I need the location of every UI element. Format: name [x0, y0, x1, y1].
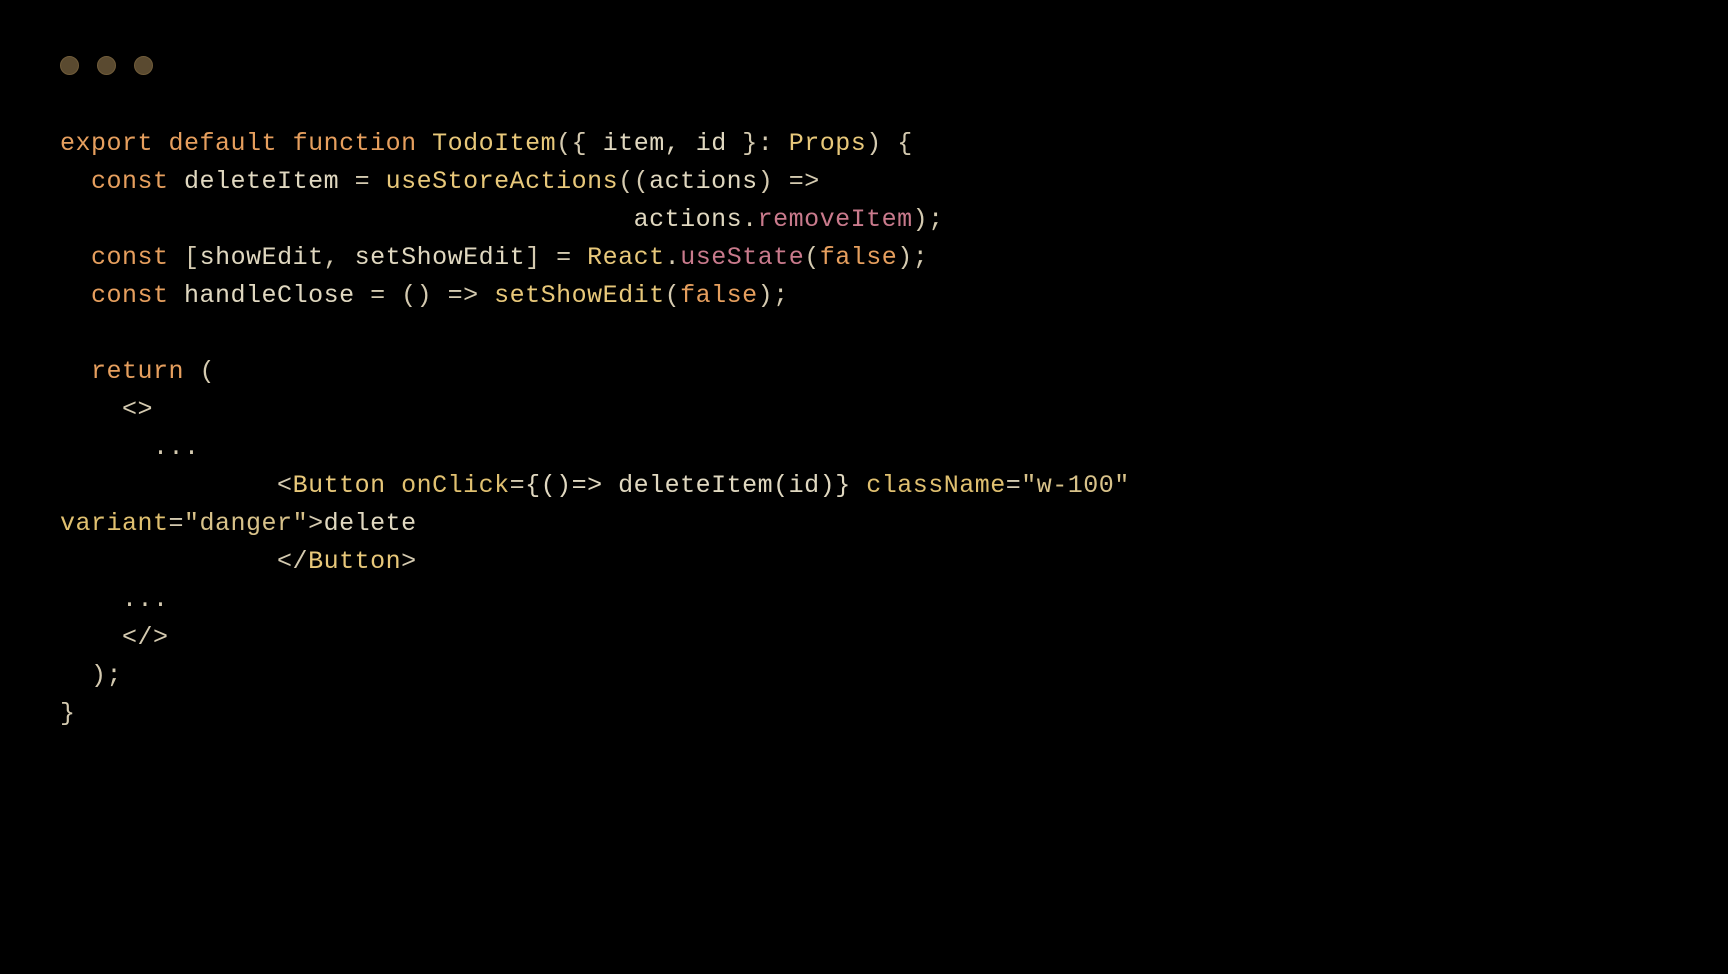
variable-handleClose: handleClose: [184, 281, 355, 310]
variable-setShowEdit: setShowEdit: [355, 243, 526, 272]
function-name: TodoItem: [432, 129, 556, 158]
ellipsis: ...: [122, 585, 169, 614]
jsx-text-delete: delete: [324, 509, 417, 538]
keyword-function: function: [293, 129, 417, 158]
jsx-fragment-open: <>: [122, 395, 153, 424]
variable-showEdit: showEdit: [200, 243, 324, 272]
window-traffic-lights: [60, 56, 1668, 75]
jsx-tag-button: Button: [293, 471, 386, 500]
keyword-const: const: [91, 167, 169, 196]
method-removeItem: removeItem: [758, 205, 913, 234]
keyword-export: export: [60, 129, 153, 158]
variable-deleteItem: deleteItem: [184, 167, 339, 196]
code-area[interactable]: export default function TodoItem({ item,…: [60, 125, 1668, 733]
jsx-attr-onClick: onClick: [401, 471, 510, 500]
method-useState: useState: [680, 243, 804, 272]
jsx-attr-variant: variant: [60, 509, 169, 538]
keyword-const: const: [91, 281, 169, 310]
jsx-attr-className: className: [866, 471, 1006, 500]
ellipsis: ...: [153, 433, 200, 462]
fn-setShowEdit: setShowEdit: [494, 281, 665, 310]
closing-brace: }: [60, 699, 76, 728]
fn-useStoreActions: useStoreActions: [386, 167, 619, 196]
minimize-window-button[interactable]: [97, 56, 116, 75]
jsx-fragment-close: </>: [122, 623, 169, 652]
type-annotation: Props: [789, 129, 867, 158]
react-namespace: React: [587, 243, 665, 272]
zoom-window-button[interactable]: [134, 56, 153, 75]
keyword-default: default: [169, 129, 278, 158]
keyword-const: const: [91, 243, 169, 272]
keyword-return: return: [91, 357, 184, 386]
params: item, id: [603, 129, 727, 158]
jsx-tag-button-close: Button: [308, 547, 401, 576]
close-window-button[interactable]: [60, 56, 79, 75]
keyword-false: false: [680, 281, 758, 310]
code-editor-window: export default function TodoItem({ item,…: [0, 0, 1728, 773]
keyword-false: false: [820, 243, 898, 272]
